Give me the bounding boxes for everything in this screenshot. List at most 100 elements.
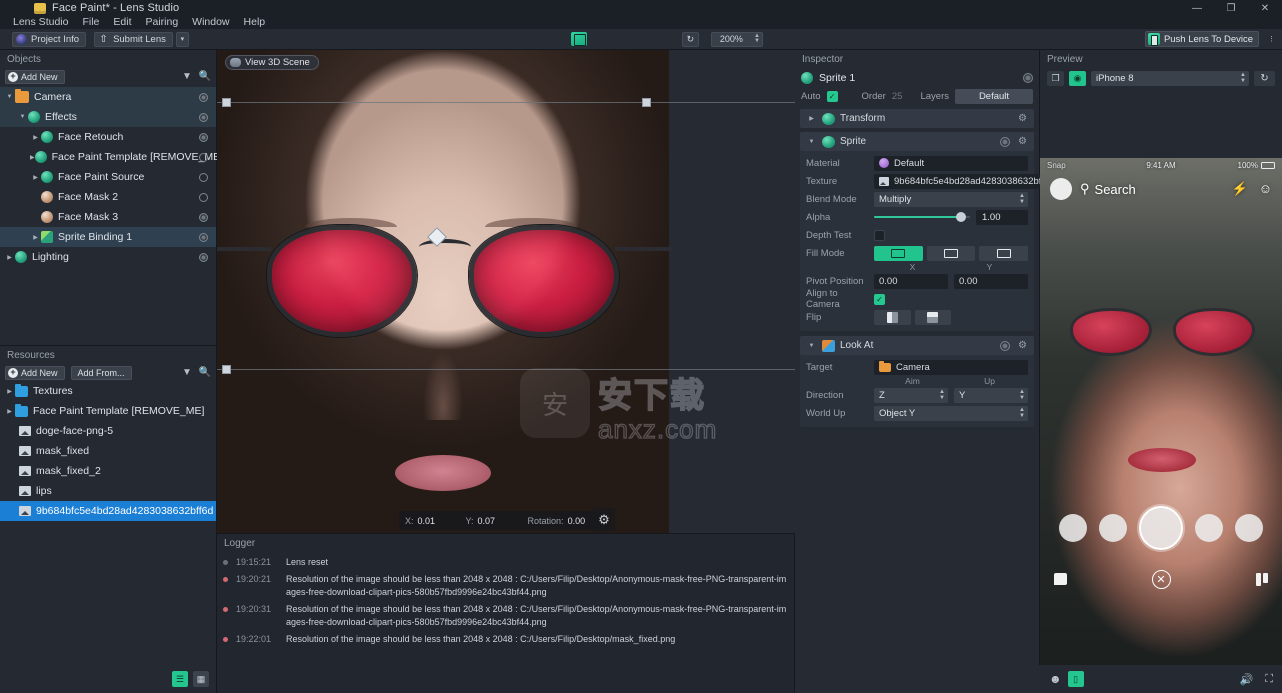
phone-search-button[interactable]: ⚲ Search	[1080, 181, 1136, 197]
menu-file[interactable]: File	[75, 16, 106, 29]
push-lens-dropdown[interactable]: ⋮	[1265, 32, 1278, 47]
snapcode-icon[interactable]: ☻	[1049, 672, 1062, 686]
objects-add-new-button[interactable]: + Add New	[5, 69, 65, 84]
tree-item-lighting[interactable]: ▶ Lighting	[0, 247, 216, 267]
tree-item-camera[interactable]: ▼ Camera	[0, 87, 216, 107]
objects-filter-icon[interactable]: ▼	[181, 71, 193, 83]
auto-checkbox[interactable]: ✓	[826, 90, 838, 102]
pivot-y-input[interactable]: 0.00	[954, 273, 1028, 289]
minimize-button[interactable]: —	[1180, 0, 1214, 16]
material-field[interactable]: Default	[874, 155, 1028, 171]
transform-handle-bl[interactable]	[222, 365, 231, 374]
sprite-header[interactable]: ▼ Sprite ⚙	[800, 132, 1034, 151]
flash-off-icon[interactable]: ⚡	[1232, 181, 1248, 197]
sprite-enable-toggle[interactable]	[1000, 136, 1010, 147]
menu-lens-studio[interactable]: Lens Studio	[6, 16, 75, 29]
look-at-enable-toggle[interactable]	[1000, 340, 1010, 351]
visibility-toggle[interactable]	[199, 252, 208, 262]
lens-thumb[interactable]	[1235, 514, 1263, 542]
resource-item-mask-fixed-2[interactable]: mask_fixed_2	[0, 461, 216, 481]
log-entry[interactable]: 19:20:31 Resolution of the image should …	[223, 601, 788, 631]
chevron-down-icon[interactable]: ▼	[17, 114, 28, 120]
transform-handle-tl[interactable]	[222, 98, 231, 107]
align-camera-checkbox[interactable]: ✓	[874, 293, 885, 305]
lens-thumb[interactable]	[1059, 514, 1087, 542]
transform-handle-tr[interactable]	[642, 98, 651, 107]
tree-item-face-paint-source[interactable]: ▶ Face Paint Source	[0, 167, 216, 187]
visibility-toggle[interactable]	[199, 92, 208, 102]
gizmo-rotation-value[interactable]: 0.00	[568, 516, 594, 526]
resource-item-doge-face[interactable]: doge-face-png-5	[0, 421, 216, 441]
direction-aim-select[interactable]: Z ▲ ▼	[874, 387, 948, 403]
chevron-right-icon[interactable]: ▶	[30, 174, 41, 181]
alpha-value-input[interactable]: 1.00	[976, 209, 1028, 225]
submit-lens-button[interactable]: ⇧ Submit Lens	[94, 31, 173, 47]
tree-item-face-mask-3[interactable]: ▶ Face Mask 3	[0, 207, 216, 227]
gizmo-y-value[interactable]: 0.07	[478, 516, 504, 526]
visibility-toggle[interactable]	[199, 112, 208, 122]
resource-item-lips[interactable]: lips	[0, 481, 216, 501]
transform-settings-icon[interactable]: ⚙	[1017, 113, 1028, 124]
scene-viewport[interactable]: 安 安下载 anxz.com View 3D Scene X: 0.01 Y: …	[217, 50, 795, 533]
gizmo-settings-icon[interactable]: ⚙	[593, 508, 615, 531]
gizmo-x-value[interactable]: 0.01	[418, 516, 444, 526]
resource-item-textures[interactable]: ▶ Textures	[0, 381, 216, 401]
resources-add-new-button[interactable]: + Add New	[5, 365, 65, 380]
order-value[interactable]: 25	[892, 91, 903, 102]
fill-crop-icon[interactable]	[979, 245, 1029, 261]
capture-icon[interactable]: ⛶	[1265, 673, 1273, 686]
tree-item-face-paint-template[interactable]: ▶ Face Paint Template [REMOVE_ME]	[0, 147, 223, 167]
flip-horizontal-icon[interactable]	[874, 309, 911, 325]
visibility-toggle[interactable]	[199, 152, 208, 162]
resource-item-texture-hash[interactable]: 9b684bfc5e4bd28ad4283038632bff6d	[0, 501, 216, 521]
log-entry[interactable]: 19:22:01 Resolution of the image should …	[223, 631, 788, 648]
resources-add-from-button[interactable]: Add From...	[70, 365, 132, 380]
tree-item-sprite-binding-1[interactable]: ▶ Sprite Binding 1	[0, 227, 216, 247]
direction-up-select[interactable]: Y ▲ ▼	[954, 387, 1028, 403]
zoom-stepper[interactable]: ▲ ▼	[754, 33, 760, 44]
zoom-level-input[interactable]: 200% ▲ ▼	[710, 31, 763, 47]
layers-select[interactable]: Default	[955, 88, 1033, 104]
visibility-toggle[interactable]	[199, 192, 208, 202]
reset-view-icon[interactable]: ↻	[681, 31, 699, 47]
lens-thumb-active[interactable]	[1139, 506, 1183, 550]
fill-stretch-icon[interactable]	[874, 245, 923, 261]
menu-window[interactable]: Window	[185, 16, 236, 29]
visibility-toggle[interactable]	[199, 232, 208, 242]
pivot-x-input[interactable]: 0.00	[874, 273, 948, 289]
visibility-toggle[interactable]	[199, 132, 208, 142]
look-at-header[interactable]: ▼ Look At ⚙	[800, 336, 1034, 355]
log-entry[interactable]: 19:15:21 Lens reset	[223, 554, 788, 571]
lens-thumb[interactable]	[1099, 514, 1127, 542]
slider-knob[interactable]	[955, 212, 966, 222]
chevron-down-icon[interactable]: ▼	[806, 139, 817, 145]
resource-item-face-paint-template[interactable]: ▶ Face Paint Template [REMOVE_ME]	[0, 401, 216, 421]
close-button[interactable]: ✕	[1248, 0, 1282, 16]
flip-vertical-icon[interactable]	[914, 309, 951, 325]
inspector-object-name[interactable]: Sprite 1	[819, 72, 855, 84]
device-preview-icon[interactable]	[570, 32, 587, 46]
refresh-icon[interactable]: ↻	[1254, 70, 1275, 86]
chevron-right-icon[interactable]: ▶	[4, 408, 15, 415]
log-entry[interactable]: 19:20:21 Resolution of the image should …	[223, 571, 788, 601]
avatar[interactable]	[1050, 178, 1072, 200]
transform-header[interactable]: ▶ Transform ⚙	[800, 109, 1034, 128]
chevron-down-icon[interactable]: ▼	[4, 94, 15, 100]
volume-icon[interactable]: 🔊	[1240, 673, 1254, 686]
camera-flip-icon[interactable]: ☺	[1259, 181, 1272, 197]
tree-item-effects[interactable]: ▼ Effects	[0, 107, 216, 127]
visibility-toggle[interactable]	[199, 212, 208, 222]
chevron-right-icon[interactable]: ▶	[4, 254, 15, 261]
chevron-right-icon[interactable]: ▶	[30, 134, 41, 141]
sprite-settings-icon[interactable]: ⚙	[1017, 136, 1028, 147]
maximize-button[interactable]: ❐	[1214, 0, 1248, 16]
menu-pairing[interactable]: Pairing	[138, 16, 185, 29]
split-view-icon[interactable]: ❐	[1047, 70, 1064, 86]
target-field[interactable]: Camera	[874, 359, 1028, 375]
objects-search-icon[interactable]: 🔍	[199, 71, 211, 83]
device-select[interactable]: iPhone 8 ▲ ▼	[1091, 70, 1249, 86]
resource-item-mask-fixed[interactable]: mask_fixed	[0, 441, 216, 461]
resources-search-icon[interactable]: 🔍	[199, 367, 211, 379]
tree-item-face-mask-2[interactable]: ▶ Face Mask 2	[0, 187, 216, 207]
visibility-toggle[interactable]	[1023, 72, 1033, 83]
